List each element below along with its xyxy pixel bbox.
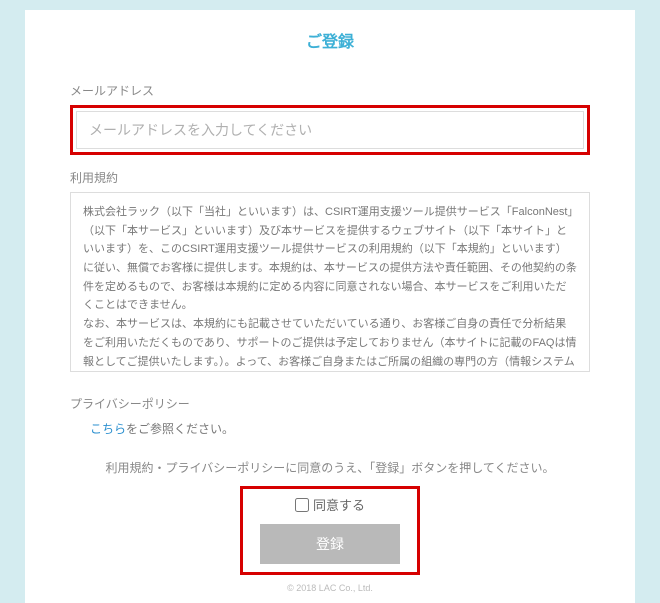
instruction-text: 利用規約・プライバシーポリシーに同意のうえ、「登録」ボタンを押してください。 <box>70 459 590 476</box>
terms-label: 利用規約 <box>70 169 590 186</box>
privacy-label: プライバシーポリシー <box>70 395 590 412</box>
email-highlight <box>70 105 590 155</box>
agree-row[interactable]: 同意する <box>249 495 411 514</box>
page-title: ご登録 <box>70 28 590 52</box>
email-label: メールアドレス <box>70 82 590 99</box>
privacy-line: こちらをご参照ください。 <box>70 420 590 437</box>
privacy-after: をご参照ください。 <box>126 422 234 436</box>
agree-highlight: 同意する 登録 <box>240 486 420 575</box>
terms-textarea[interactable] <box>70 192 590 372</box>
register-panel: ご登録 メールアドレス 利用規約 プライバシーポリシー こちらをご参照ください。… <box>25 10 635 603</box>
footer-copyright: © 2018 LAC Co., Ltd. <box>70 583 590 593</box>
privacy-link[interactable]: こちら <box>90 422 126 436</box>
agree-checkbox[interactable] <box>295 498 309 512</box>
email-input[interactable] <box>76 111 584 149</box>
submit-button[interactable]: 登録 <box>260 524 400 564</box>
agree-label: 同意する <box>313 495 365 514</box>
